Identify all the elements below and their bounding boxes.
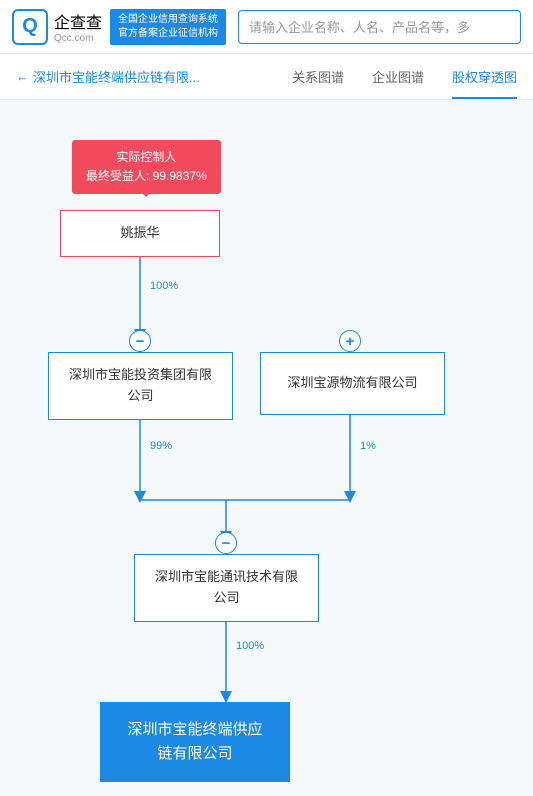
back-link[interactable]: ← 深圳市宝能终端供应链有限...: [16, 67, 292, 86]
tab-relation[interactable]: 关系图谱: [292, 55, 344, 98]
tabs: 关系图谱 企业图谱 股权穿透图: [292, 55, 517, 98]
pct-2: 99%: [150, 440, 172, 452]
logo-icon: Q: [12, 9, 48, 45]
controller-tag: 实际控制人 最终受益人: 99.9837%: [72, 140, 221, 194]
node-person[interactable]: 姚振华: [60, 210, 220, 257]
expand-icon[interactable]: +: [339, 330, 361, 352]
logo[interactable]: Q 企查查 Qcc.com: [12, 9, 102, 45]
node-company3[interactable]: 深圳市宝能通讯技术有限公司: [134, 554, 319, 622]
node-company1[interactable]: 深圳市宝能投资集团有限公司: [48, 352, 233, 420]
node-final-company[interactable]: 深圳市宝能终端供应链有限公司: [100, 702, 290, 782]
tagline: 全国企业信用查询系统 官方备案企业征信机构: [110, 9, 226, 45]
equity-diagram: 实际控制人 最终受益人: 99.9837% 姚振华 100% − + 深圳市宝能…: [0, 100, 533, 796]
search-input[interactable]: 请输入企业名称、人名、产品名等，多: [238, 10, 521, 44]
tab-equity[interactable]: 股权穿透图: [452, 55, 517, 98]
node-company2[interactable]: 深圳宝源物流有限公司: [260, 352, 445, 415]
pct-1: 100%: [150, 280, 178, 292]
pct-3: 1%: [360, 440, 376, 452]
logo-title: 企查查: [54, 9, 102, 33]
nav-bar: ← 深圳市宝能终端供应链有限... 关系图谱 企业图谱 股权穿透图: [0, 54, 533, 100]
connector-lines: [0, 100, 533, 796]
tab-enterprise[interactable]: 企业图谱: [372, 55, 424, 98]
collapse-icon[interactable]: −: [129, 330, 151, 352]
back-arrow-icon: ←: [16, 69, 29, 84]
logo-subtitle: Qcc.com: [54, 33, 102, 44]
pct-4: 100%: [236, 640, 264, 652]
header: Q 企查查 Qcc.com 全国企业信用查询系统 官方备案企业征信机构 请输入企…: [0, 0, 533, 54]
collapse-icon[interactable]: −: [215, 532, 237, 554]
